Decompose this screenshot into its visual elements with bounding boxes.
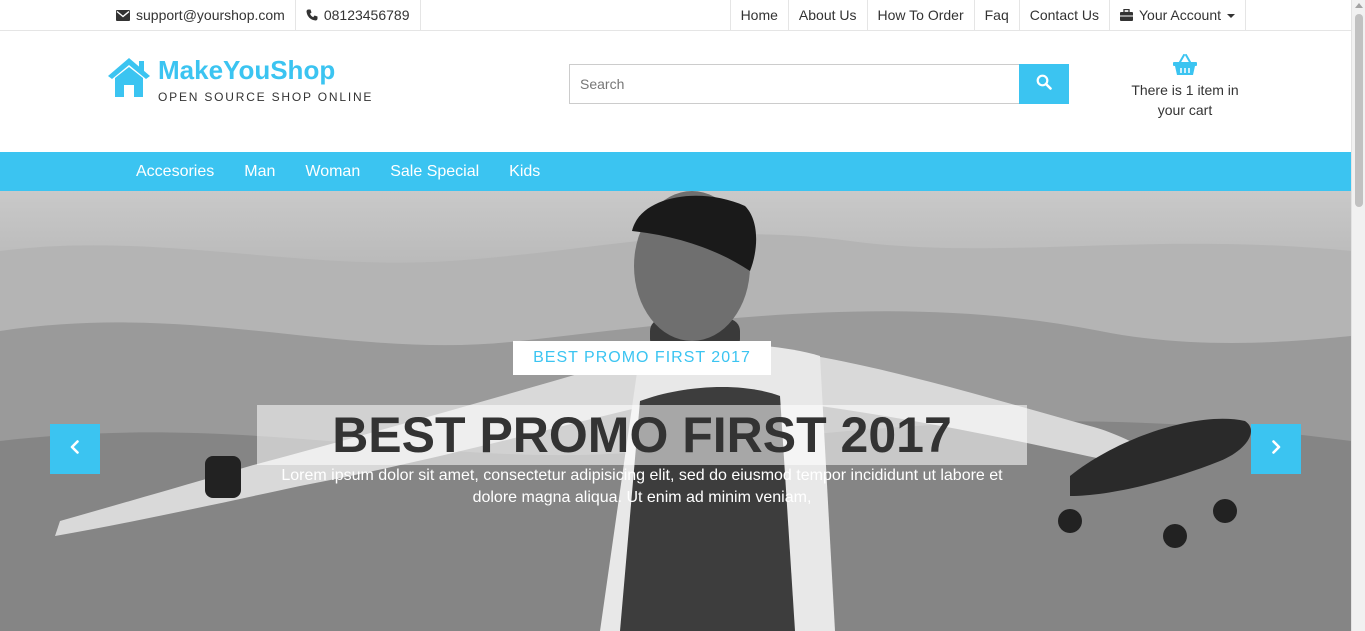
email-text: support@yourshop.com xyxy=(136,7,285,23)
hero-headline: BEST PROMO FIRST 2017 xyxy=(332,407,952,463)
envelope-icon xyxy=(116,9,130,21)
brand-tagline: OPEN SOURCE SHOP ONLINE xyxy=(158,90,374,104)
home-link[interactable]: Home xyxy=(729,0,788,30)
search-button[interactable] xyxy=(1019,64,1069,104)
phone-link[interactable]: 08123456789 xyxy=(296,0,421,30)
chevron-left-icon xyxy=(69,439,81,459)
brand-text: MakeYouShop OPEN SOURCE SHOP ONLINE xyxy=(158,56,373,104)
top-bar: support@yourshop.com 08123456789 Home Ab… xyxy=(0,0,1351,31)
home-icon xyxy=(106,56,152,98)
email-link[interactable]: support@yourshop.com xyxy=(106,0,296,30)
your-account-label: Your Account xyxy=(1139,7,1221,23)
nav-item-woman[interactable]: Woman xyxy=(290,152,375,191)
nav-item-kids[interactable]: Kids xyxy=(494,152,555,191)
category-nav: Accesories Man Woman Sale Special Kids xyxy=(0,152,1351,191)
scroll-up-arrow-icon[interactable] xyxy=(1355,3,1363,8)
faq-link[interactable]: Faq xyxy=(973,0,1019,30)
shopping-basket-icon xyxy=(1121,54,1249,76)
scrollbar-thumb[interactable] xyxy=(1355,14,1363,207)
top-bar-contact: support@yourshop.com 08123456789 xyxy=(106,0,421,30)
category-nav-items: Accesories Man Woman Sale Special Kids xyxy=(121,152,555,191)
hero-slider: BEST PROMO FIRST 2017 BEST PROMO FIRST 2… xyxy=(0,191,1351,631)
nav-item-sale-special[interactable]: Sale Special xyxy=(375,152,494,191)
search-icon xyxy=(1036,74,1052,95)
phone-icon xyxy=(306,9,318,21)
cart-text: There is 1 item in your cart xyxy=(1131,82,1239,118)
hero-tag: BEST PROMO FIRST 2017 xyxy=(513,341,771,375)
contact-us-link[interactable]: Contact Us xyxy=(1018,0,1109,30)
hero-headline-box: BEST PROMO FIRST 2017 xyxy=(257,405,1027,465)
brand-name: MakeYouShop xyxy=(158,55,336,85)
hero-description: Lorem ipsum dolor sit amet, consectetur … xyxy=(281,467,1003,506)
nav-item-man[interactable]: Man xyxy=(229,152,290,191)
about-us-link[interactable]: About Us xyxy=(787,0,867,30)
slider-prev-button[interactable] xyxy=(50,424,100,474)
page-scrollbar[interactable] xyxy=(1351,0,1365,631)
cart-summary[interactable]: There is 1 item in your cart xyxy=(1121,54,1249,120)
your-account-dropdown[interactable]: Your Account xyxy=(1109,0,1246,30)
how-to-order-link[interactable]: How To Order xyxy=(866,0,974,30)
slider-next-button[interactable] xyxy=(1251,424,1301,474)
search-bar xyxy=(569,64,1069,104)
search-input[interactable] xyxy=(569,64,1019,104)
chevron-right-icon xyxy=(1270,439,1282,459)
caret-down-icon xyxy=(1227,14,1235,18)
top-bar-links: Home About Us How To Order Faq Contact U… xyxy=(729,0,1246,30)
nav-item-accesories[interactable]: Accesories xyxy=(121,152,229,191)
briefcase-icon xyxy=(1120,9,1133,21)
phone-text: 08123456789 xyxy=(323,7,410,23)
brand-logo[interactable]: MakeYouShop OPEN SOURCE SHOP ONLINE xyxy=(106,56,373,104)
